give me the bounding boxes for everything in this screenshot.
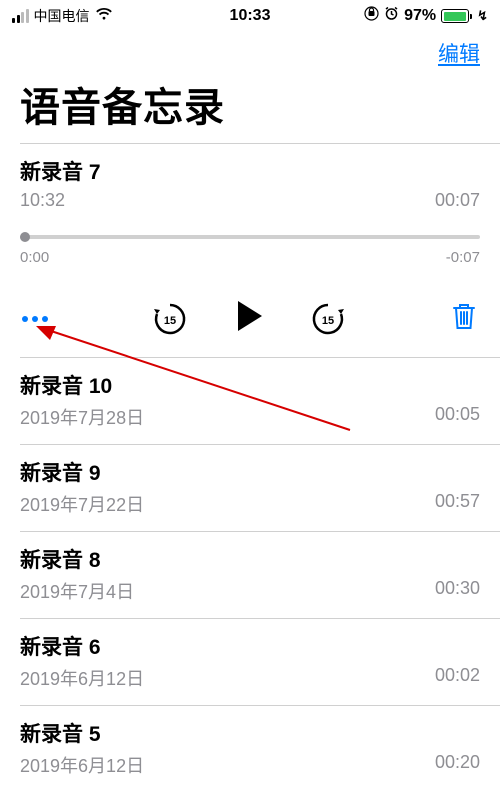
recording-title: 新录音 10 (20, 370, 480, 400)
scrubber-track[interactable] (20, 235, 480, 239)
recording-title: 新录音 9 (20, 457, 480, 487)
skip-seconds-label: 15 (322, 315, 334, 327)
recording-item[interactable]: 新录音 6 2019年6月12日 00:02 (0, 619, 500, 705)
play-button[interactable] (231, 298, 267, 339)
orientation-lock-icon (364, 6, 379, 26)
header: 编辑 语音备忘录 (0, 30, 500, 143)
skip-back-15-button[interactable]: 15 (153, 302, 187, 336)
status-time: 10:33 (230, 7, 271, 25)
scrub-end-time: -0:07 (446, 249, 480, 266)
recording-title: 新录音 8 (20, 544, 480, 574)
recording-time: 10:32 (20, 190, 65, 211)
carrier-label: 中国电信 (34, 6, 90, 26)
status-left: 中国电信 (12, 6, 113, 26)
recording-duration: 00:57 (435, 491, 480, 517)
playback-scrubber[interactable]: 0:00 -0:07 (20, 235, 480, 266)
recording-list: 新录音 10 2019年7月28日 00:05 新录音 9 2019年7月22日… (0, 358, 500, 792)
charging-icon: ↯ (477, 8, 488, 24)
recording-item[interactable]: 新录音 10 2019年7月28日 00:05 (0, 358, 500, 444)
recording-duration: 00:05 (435, 404, 480, 430)
recording-duration: 00:02 (435, 665, 480, 691)
recording-item[interactable]: 新录音 5 2019年6月12日 00:20 (0, 706, 500, 792)
recording-duration: 00:20 (435, 752, 480, 778)
alarm-icon (384, 6, 399, 26)
recording-date: 2019年7月22日 (20, 491, 144, 517)
edit-button[interactable]: 编辑 (438, 38, 480, 68)
recording-date: 2019年7月28日 (20, 404, 144, 430)
status-bar: 中国电信 10:33 97% ↯ (0, 0, 500, 30)
delete-button[interactable] (450, 301, 478, 336)
scrubber-thumb[interactable] (20, 232, 30, 242)
recording-title: 新录音 5 (20, 718, 480, 748)
recording-item[interactable]: 新录音 9 2019年7月22日 00:57 (0, 445, 500, 531)
playback-controls: 15 15 (20, 298, 480, 339)
recording-item[interactable]: 新录音 8 2019年7月4日 00:30 (0, 532, 500, 618)
skip-forward-15-button[interactable]: 15 (311, 302, 345, 336)
scrub-start-time: 0:00 (20, 249, 49, 266)
recording-item-expanded[interactable]: 新录音 7 10:32 00:07 0:00 -0:07 15 15 (0, 144, 500, 357)
page-title: 语音备忘录 (20, 75, 480, 133)
battery-icon (441, 9, 472, 23)
skip-seconds-label: 15 (164, 315, 176, 327)
recording-duration: 00:07 (435, 190, 480, 211)
status-right: 97% ↯ (364, 6, 488, 26)
recording-title: 新录音 6 (20, 631, 480, 661)
recording-title: 新录音 7 (20, 156, 480, 186)
recording-duration: 00:30 (435, 578, 480, 604)
recording-date: 2019年6月12日 (20, 665, 144, 691)
more-options-button[interactable] (22, 316, 48, 322)
battery-pct: 97% (404, 7, 436, 25)
recording-date: 2019年7月4日 (20, 578, 134, 604)
recording-date: 2019年6月12日 (20, 752, 144, 778)
wifi-icon (95, 7, 113, 25)
signal-icon (12, 9, 29, 23)
